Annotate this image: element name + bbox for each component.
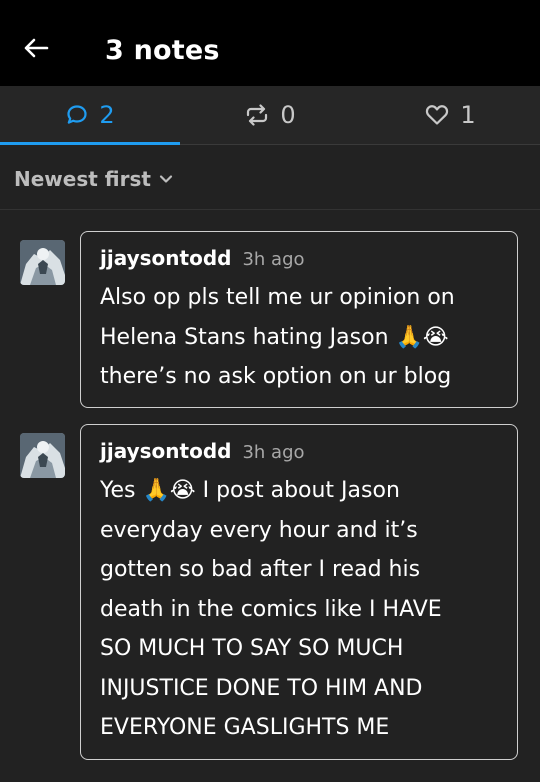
active-tab-indicator [0, 142, 180, 145]
arrow-left-icon [23, 37, 49, 63]
note-username[interactable]: jjaysontodd [100, 439, 231, 463]
comment-icon [65, 103, 89, 127]
note-text: Yes 🙏😭 I post about Jason everyday every… [100, 478, 442, 740]
back-button[interactable] [20, 32, 52, 68]
note-meta: jjaysontodd 3h ago [100, 439, 499, 471]
tab-replies[interactable]: 2 [0, 86, 180, 144]
note-username[interactable]: jjaysontodd [100, 246, 231, 270]
note-timestamp: 3h ago [242, 442, 305, 463]
sort-label: Newest first [14, 167, 151, 191]
heart-icon [424, 103, 450, 127]
note-bubble: jjaysontodd 3h ago Also op pls tell me u… [80, 231, 518, 408]
tab-replies-count: 2 [99, 101, 115, 129]
note-meta: jjaysontodd 3h ago [100, 246, 499, 278]
page-title: 3 notes [105, 35, 220, 66]
tab-reblogs[interactable]: 0 [180, 86, 360, 144]
avatar[interactable] [20, 433, 65, 478]
note-timestamp: 3h ago [242, 249, 305, 270]
note-text: Also op pls tell me ur opinion on Helena… [100, 285, 455, 389]
chevron-down-icon [159, 174, 173, 184]
tab-likes-count: 1 [460, 101, 476, 129]
section-divider [0, 209, 540, 210]
tab-reblogs-count: 0 [280, 101, 296, 129]
reblog-icon [244, 103, 270, 127]
tab-likes[interactable]: 1 [360, 86, 540, 144]
notes-tab-bar: 2 0 1 [0, 86, 540, 145]
sort-dropdown[interactable]: Newest first [14, 164, 173, 194]
header-bar: 3 notes [0, 0, 540, 86]
note-bubble: jjaysontodd 3h ago Yes 🙏😭 I post about J… [80, 424, 518, 760]
avatar[interactable] [20, 240, 65, 285]
